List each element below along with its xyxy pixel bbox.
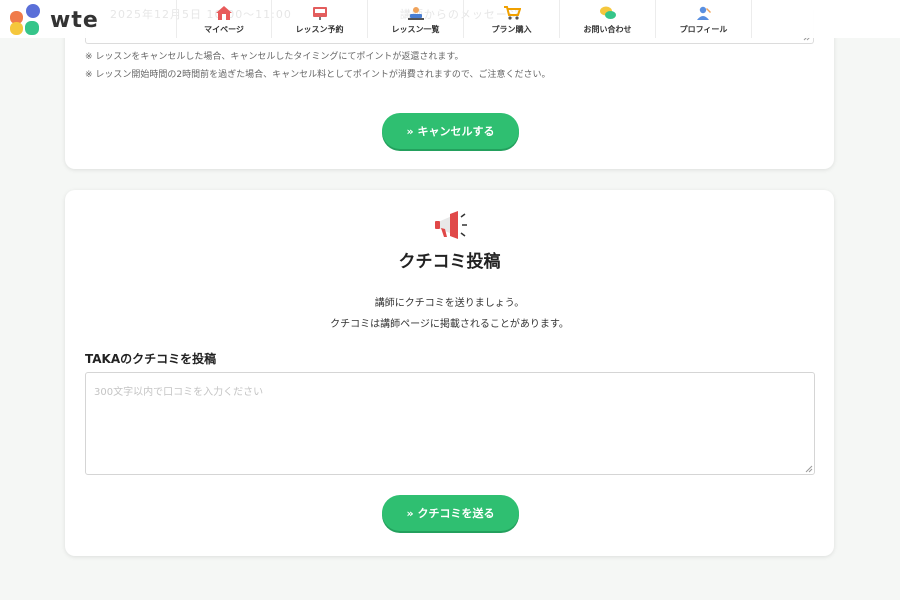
cart-icon (503, 6, 521, 20)
send-review-button[interactable]: » クチコミを送る (382, 495, 519, 531)
chat-icon (599, 6, 616, 19)
nav-label: レッスン予約 (295, 25, 344, 34)
lesson-list-icon (407, 7, 424, 20)
nav-item-reservation[interactable]: レッスン予約 (272, 0, 368, 38)
logo-text: wte (50, 7, 99, 33)
home-icon (216, 6, 232, 20)
site-logo[interactable]: wte (10, 4, 99, 36)
reservation-icon (312, 7, 327, 20)
nav-item-plan-purchase[interactable]: プラン購入 (464, 0, 560, 38)
nav-label: マイページ (204, 25, 244, 34)
section-title: クチコミ投稿 (398, 252, 501, 272)
logo-mark-icon (10, 4, 42, 36)
cancel-note: ※ レッスン開始時間の2時間前を過ぎた場合、キャンセル料としてポイントが消費され… (85, 70, 551, 80)
nav-item-profile[interactable]: プロフィール (656, 0, 752, 38)
nav-label: お問い合わせ (583, 25, 632, 34)
profile-icon (696, 6, 711, 20)
review-description: 講師にクチコミを送りましょう。 (374, 298, 525, 309)
nav-item-mypage[interactable]: マイページ (176, 0, 272, 38)
nav-item-lesson-list[interactable]: レッスン一覧 (368, 0, 464, 38)
review-description: クチコミは講師ページに掲載されることがあります。 (330, 319, 569, 330)
nav-item-contact[interactable]: お問い合わせ (560, 0, 656, 38)
site-header: 2025年12月5日 10:00～11:00 講師からのメッセージ wte マイ… (0, 0, 900, 38)
nav-label: プロフィール (679, 25, 728, 34)
review-textarea[interactable] (85, 372, 815, 475)
cancel-note: ※ レッスンをキャンセルした場合、キャンセルしたタイミングにてポイントが返還され… (85, 52, 464, 62)
cancel-button[interactable]: » キャンセルする (382, 113, 519, 149)
nav-label: プラン購入 (491, 25, 532, 34)
nav-label: レッスン一覧 (391, 25, 440, 34)
main-nav: マイページ レッスン予約 レッスン一覧 プラン購入 お問い合わせ プロフィール (176, 0, 752, 38)
megaphone-icon (435, 211, 467, 239)
review-card: クチコミ投稿 講師にクチコミを送りましょう。 クチコミは講師ページに掲載されるこ… (65, 190, 834, 556)
review-form-label: TAKAのクチコミを投稿 (85, 352, 217, 366)
